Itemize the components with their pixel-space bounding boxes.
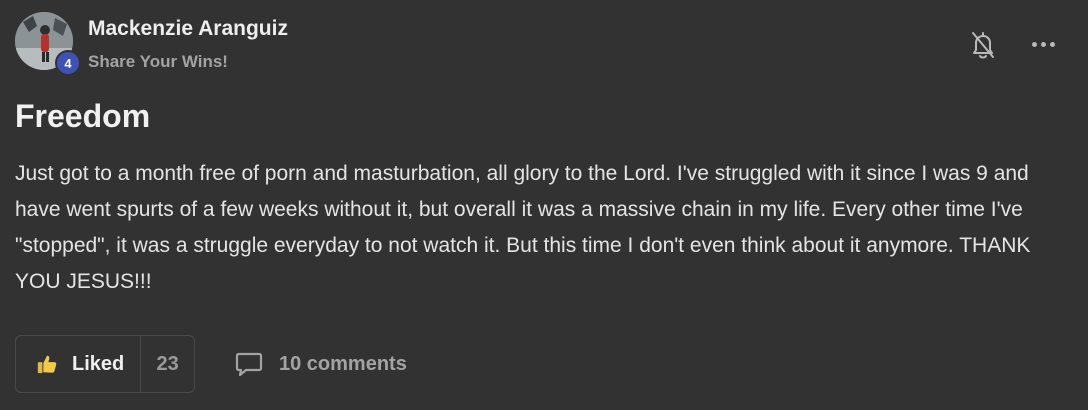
- more-options-button[interactable]: [1027, 35, 1059, 53]
- like-button[interactable]: Liked: [16, 336, 142, 392]
- like-label: Liked: [72, 352, 125, 375]
- thumbs-up-icon: [37, 355, 57, 374]
- comments-button[interactable]: 10 comments: [235, 351, 407, 377]
- comments-label: 10 comments: [279, 352, 407, 375]
- author-name[interactable]: Mackenzie Aranguiz: [88, 16, 288, 42]
- bell-off-icon[interactable]: [970, 30, 996, 60]
- like-box: Liked 23: [15, 335, 195, 393]
- post-card: 4 Mackenzie Aranguiz Share Your Wins! Fr…: [0, 0, 1088, 410]
- more-dot: [1049, 41, 1055, 47]
- post-header: 4 Mackenzie Aranguiz Share Your Wins!: [15, 12, 288, 76]
- post-meta: Mackenzie Aranguiz Share Your Wins!: [88, 12, 288, 72]
- level-badge: 4: [55, 50, 81, 76]
- like-count[interactable]: 23: [141, 353, 194, 376]
- post-body: Just got to a month free of porn and mas…: [15, 162, 1031, 293]
- comment-bubble-icon: [235, 352, 263, 377]
- more-dot: [1031, 41, 1037, 47]
- post-actions: Liked 23 10 comments: [15, 335, 407, 393]
- category-link[interactable]: Share Your Wins!: [88, 52, 288, 72]
- post-title: Freedom: [15, 98, 151, 134]
- more-dot: [1040, 41, 1046, 47]
- author-avatar-wrap[interactable]: 4: [15, 12, 81, 76]
